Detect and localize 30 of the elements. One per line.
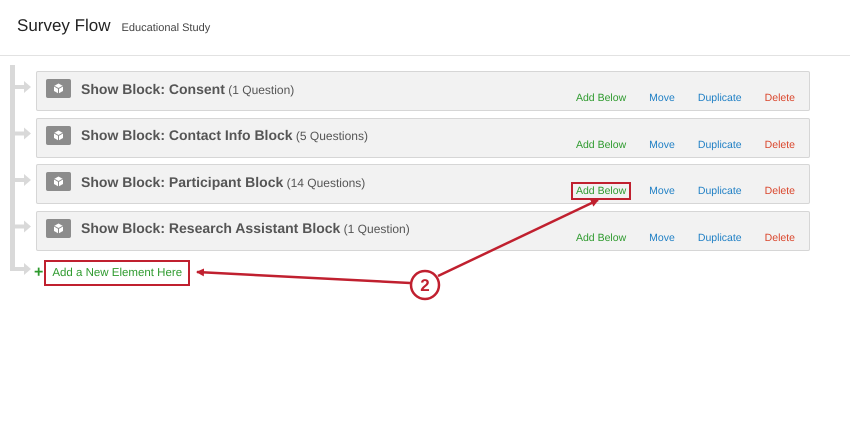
add-link[interactable]: Add Below [570, 228, 632, 246]
block-title: Show Block: Contact Info Block (5 Questions) [81, 127, 368, 143]
delete-link[interactable]: Delete [760, 136, 800, 154]
block-title: Show Block: Participant Block (14 Questions) [81, 174, 366, 190]
add-link[interactable]: Add Below [570, 136, 632, 154]
move-link[interactable]: Move [644, 89, 680, 107]
add-element-link[interactable]: Add a New Element Here [44, 260, 190, 286]
survey-name: Educational Study [122, 22, 210, 34]
move-link[interactable]: Move [644, 136, 680, 154]
add-link[interactable]: Add Below [570, 182, 632, 200]
page-title: Survey Flow [17, 16, 111, 36]
duplicate-link[interactable]: Duplicate [692, 136, 747, 154]
duplicate-link[interactable]: Duplicate [692, 89, 747, 107]
move-link[interactable]: Move [644, 182, 680, 200]
delete-link[interactable]: Delete [760, 228, 800, 246]
block-title: Show Block: Consent (1 Question) [81, 80, 294, 96]
block-icon [46, 172, 71, 191]
duplicate-link[interactable]: Duplicate [692, 182, 747, 200]
callout-circle [410, 270, 440, 300]
move-link[interactable]: Move [644, 228, 680, 246]
delete-link[interactable]: Delete [760, 182, 800, 200]
add-link[interactable]: Add Below [570, 89, 632, 107]
block-icon [46, 126, 71, 144]
block-icon [46, 79, 71, 98]
plus-icon[interactable]: + [34, 264, 44, 282]
delete-link[interactable]: Delete [760, 89, 800, 107]
block-title: Show Block: Research Assistant Block (1 Question) [81, 220, 410, 236]
callout-number: 2 [420, 276, 430, 295]
duplicate-link[interactable]: Duplicate [692, 228, 747, 246]
block-icon [46, 218, 71, 238]
